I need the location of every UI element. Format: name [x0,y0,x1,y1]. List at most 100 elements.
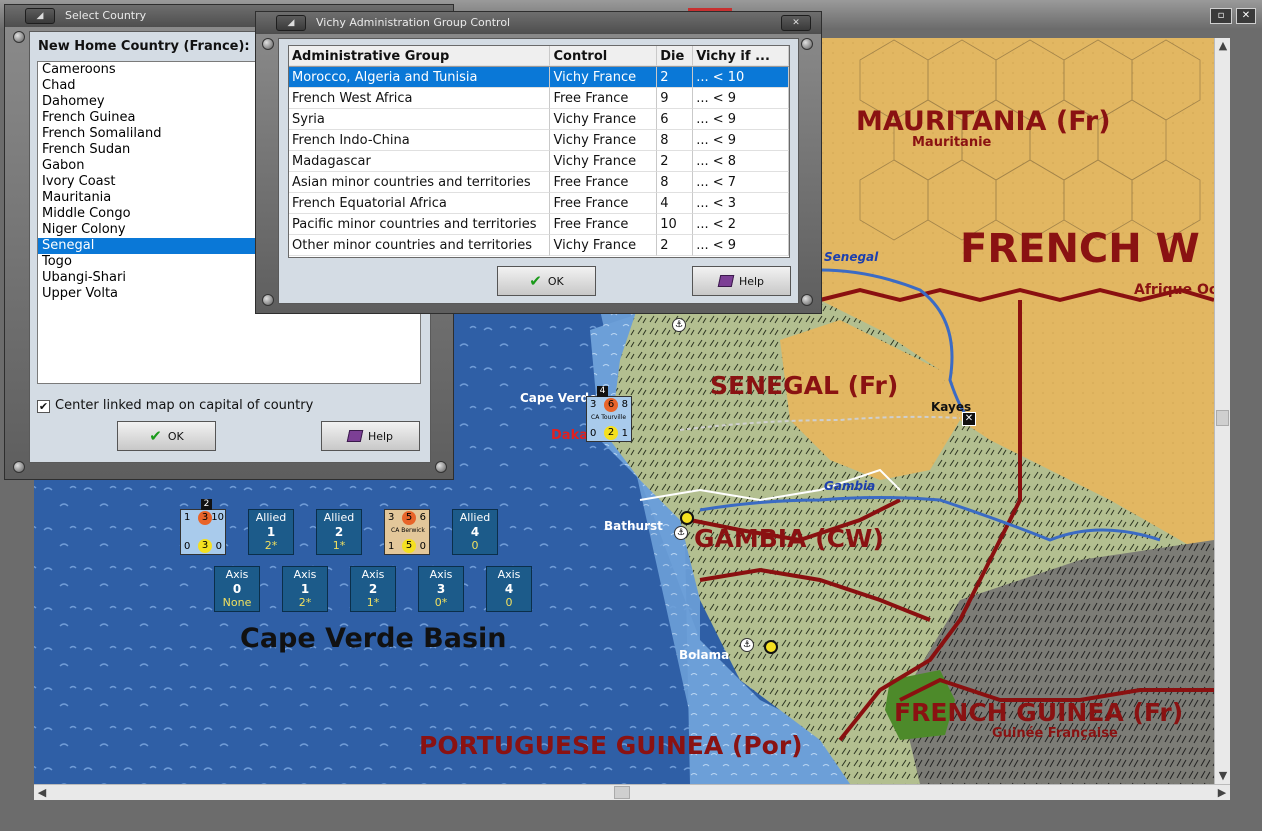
sea-box-value: 0* [434,596,448,609]
table-cell: Vichy France [550,67,658,88]
table-cell: Vichy France [550,130,658,151]
unit-counter-ca-berwick[interactable]: 3 5 6 CA Berwick 1 5 0 [384,509,430,555]
region-label-french-west-africa: FRENCH W [960,226,1200,272]
sea-box-allied-1[interactable]: Allied 1 2* [248,509,294,555]
unit-stat: 3 [590,399,597,410]
table-cell: Other minor countries and territories [289,235,551,256]
unit-stat: 0 [215,541,222,552]
unit-stat: 10 [211,512,224,523]
table-cell: 6 [657,109,694,130]
region-label-mauritania: MAURITANIA (Fr) [856,106,1111,137]
unit-stat: 1 [184,512,191,523]
table-cell: 8 [657,130,694,151]
unit-stack-allied[interactable]: 1 3 10 0 3 0 2 [180,499,226,555]
sea-box-side: Allied [459,511,491,524]
map-vertical-scrollbar[interactable]: ▲ ▼ [1214,38,1230,784]
vertical-scroll-thumb[interactable] [1216,410,1229,426]
ok-label: OK [167,429,184,443]
rivet-icon [801,38,813,50]
table-row[interactable]: Other minor countries and territories Vi… [289,235,789,256]
unit-stat: 2 [604,426,618,440]
unit-stat: 1 [621,428,628,439]
sea-box-axis-0[interactable]: Axis 0 None [214,566,260,612]
bolama-port-icon[interactable] [764,640,778,654]
restore-icon[interactable]: ▫ [1210,8,1232,24]
region-label-french-guinea: FRENCH GUINEA (Fr) [894,698,1184,727]
sea-box-axis-2[interactable]: Axis 2 1* [350,566,396,612]
table-cell: Free France [550,88,658,109]
table-cell: 4 [657,193,694,214]
center-map-checkbox[interactable]: ✔ [37,400,50,413]
close-icon[interactable]: ✕ [781,15,811,31]
sea-box-side: Axis [429,568,453,581]
table-cell: Pacific minor countries and territories [289,214,551,235]
unit-stat: 3 [198,539,212,553]
table-cell: ... < 9 [693,109,789,130]
sea-box-number: 1 [300,582,310,596]
rivet-icon [262,294,274,306]
select-country-ok-button[interactable]: ✔ OK [117,421,216,451]
sea-box-allied-4[interactable]: Allied 4 0 [452,509,498,555]
sea-box-axis-4[interactable]: Axis 4 0 [486,566,532,612]
column-header[interactable]: Control [550,46,658,66]
table-cell: French West Africa [289,88,551,109]
region-sublabel-afrique: Afrique Oc [1134,282,1214,298]
unit-stat: 6 [604,398,618,412]
bathurst-port-icon[interactable] [680,511,694,525]
unit-name: CA Berwick [391,527,425,534]
region-sublabel-french-guinea: Guinée Française [992,726,1118,741]
vichy-help-button[interactable]: Help [692,266,791,296]
table-cell: ... < 10 [693,67,789,88]
select-country-help-button[interactable]: Help [321,421,420,451]
rivet-icon [801,294,813,306]
scroll-up-icon[interactable]: ▲ [1215,38,1231,54]
table-cell: ... < 9 [693,130,789,151]
center-map-label: Center linked map on capital of country [55,398,314,413]
column-header[interactable]: Die [657,46,694,66]
unit-stat: 3 [198,511,212,525]
sea-box-number: 2 [368,582,378,596]
scroll-left-icon[interactable]: ◀ [34,785,50,801]
table-cell: ... < 7 [693,172,789,193]
minimize-icon[interactable]: ◢ [276,15,306,31]
sea-box-axis-1[interactable]: Axis 1 2* [282,566,328,612]
table-row[interactable]: Asian minor countries and territories Fr… [289,172,789,193]
minimize-icon[interactable]: ◢ [25,8,55,24]
table-row[interactable]: Madagascar Vichy France 2 ... < 8 [289,151,789,172]
scroll-down-icon[interactable]: ▼ [1215,768,1231,784]
unit-stat: 5 [402,539,416,553]
table-row-selected[interactable]: Morocco, Algeria and Tunisia Vichy Franc… [289,67,789,88]
sea-box-axis-3[interactable]: Axis 3 0* [418,566,464,612]
column-header[interactable]: Administrative Group [289,46,551,66]
sea-box-number: 4 [470,525,480,539]
stack-count: 2 [201,499,212,510]
close-icon[interactable]: ✕ [1236,8,1256,24]
horizontal-scroll-thumb[interactable] [614,786,630,799]
unit-counter-ca-tourville[interactable]: 3 6 8 CA Tourville 0 2 1 4 [586,386,632,442]
table-cell: Vichy France [550,151,658,172]
sea-box-side: Axis [497,568,521,581]
sea-box-allied-2[interactable]: Allied 2 1* [316,509,362,555]
ok-label: OK [547,274,564,288]
vichy-ok-button[interactable]: ✔ OK [497,266,596,296]
table-row[interactable]: French Indo-China Vichy France 8 ... < 9 [289,130,789,151]
table-row[interactable]: French West Africa Free France 9 ... < 9 [289,88,789,109]
sea-box-value: 1* [332,539,346,552]
table-cell: Free France [550,172,658,193]
table-row[interactable]: French Equatorial Africa Free France 4 .… [289,193,789,214]
column-header[interactable]: Vichy if ... [693,46,789,66]
table-cell: 9 [657,88,694,109]
table-cell: Vichy France [550,235,658,256]
scroll-right-icon[interactable]: ▶ [1214,785,1230,801]
rivet-icon [262,38,274,50]
table-row[interactable]: Syria Vichy France 6 ... < 9 [289,109,789,130]
rivet-icon [435,461,447,473]
unit-stat: 8 [621,399,628,410]
table-cell: Free France [550,193,658,214]
map-horizontal-scrollbar[interactable]: ◀ ▶ [34,784,1230,800]
city-label-bolama: Bolama [679,648,730,662]
table-header: Administrative Group Control Die Vichy i… [289,46,789,67]
sea-box-value: None [222,596,252,609]
kayes-marker-icon[interactable]: ✕ [962,412,976,426]
table-row[interactable]: Pacific minor countries and territories … [289,214,789,235]
